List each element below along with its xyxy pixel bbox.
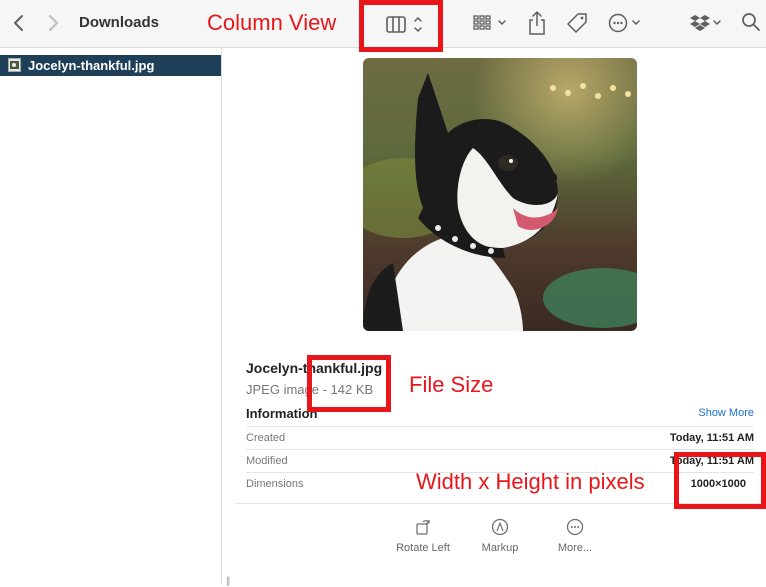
group-button[interactable] [473, 12, 509, 34]
tag-icon [567, 13, 587, 33]
markup-button[interactable]: Markup [465, 518, 535, 554]
info-label: Modified [246, 455, 288, 467]
chevron-left-icon [14, 15, 23, 31]
image-preview [363, 58, 637, 331]
markup-icon [491, 518, 509, 536]
annotation-box-dimensions [674, 452, 766, 509]
info-row-created: Created Today, 11:51 AM [246, 426, 754, 450]
jpeg-file-icon [8, 58, 21, 72]
annotation-label-file-size: File Size [409, 372, 494, 397]
info-value: Today, 11:51 AM [669, 432, 754, 444]
annotation-label-dimensions: Width x Height in pixels [416, 469, 645, 494]
file-column: Jocelyn-thankful.jpg [0, 48, 222, 585]
action-label: More... [557, 542, 593, 554]
forward-button[interactable] [44, 13, 62, 33]
file-row-selected[interactable]: Jocelyn-thankful.jpg [0, 55, 221, 76]
annotation-label-column-view: Column View [207, 10, 337, 35]
rotate-left-icon [416, 520, 430, 535]
show-more-link[interactable]: Show More [698, 407, 754, 419]
dropbox-button[interactable] [689, 12, 723, 34]
more-actions-button[interactable]: More... [540, 518, 610, 554]
info-label: Created [246, 432, 286, 444]
back-button[interactable] [10, 13, 28, 33]
action-menu-button[interactable] [607, 12, 643, 34]
chevron-right-icon [49, 15, 58, 31]
share-button[interactable] [527, 10, 547, 36]
dropbox-icon [690, 15, 721, 31]
annotation-box-file-size [307, 355, 391, 412]
action-label: Rotate Left [396, 542, 450, 554]
annotation-box-column-view [359, 0, 443, 52]
info-label: Dimensions [246, 478, 304, 490]
search-icon [742, 13, 760, 31]
share-icon [529, 11, 545, 35]
window-title: Downloads [79, 14, 160, 31]
search-button[interactable] [741, 12, 761, 32]
ellipsis-circle-icon [608, 13, 640, 33]
rotate-left-button[interactable]: Rotate Left [388, 518, 458, 554]
tag-button[interactable] [566, 12, 588, 34]
column-resize-handle[interactable]: || [226, 576, 230, 587]
more-icon [566, 518, 584, 536]
grid-icon [473, 15, 506, 30]
file-name-label: Jocelyn-thankful.jpg [28, 58, 155, 73]
action-label: Markup [481, 542, 519, 554]
